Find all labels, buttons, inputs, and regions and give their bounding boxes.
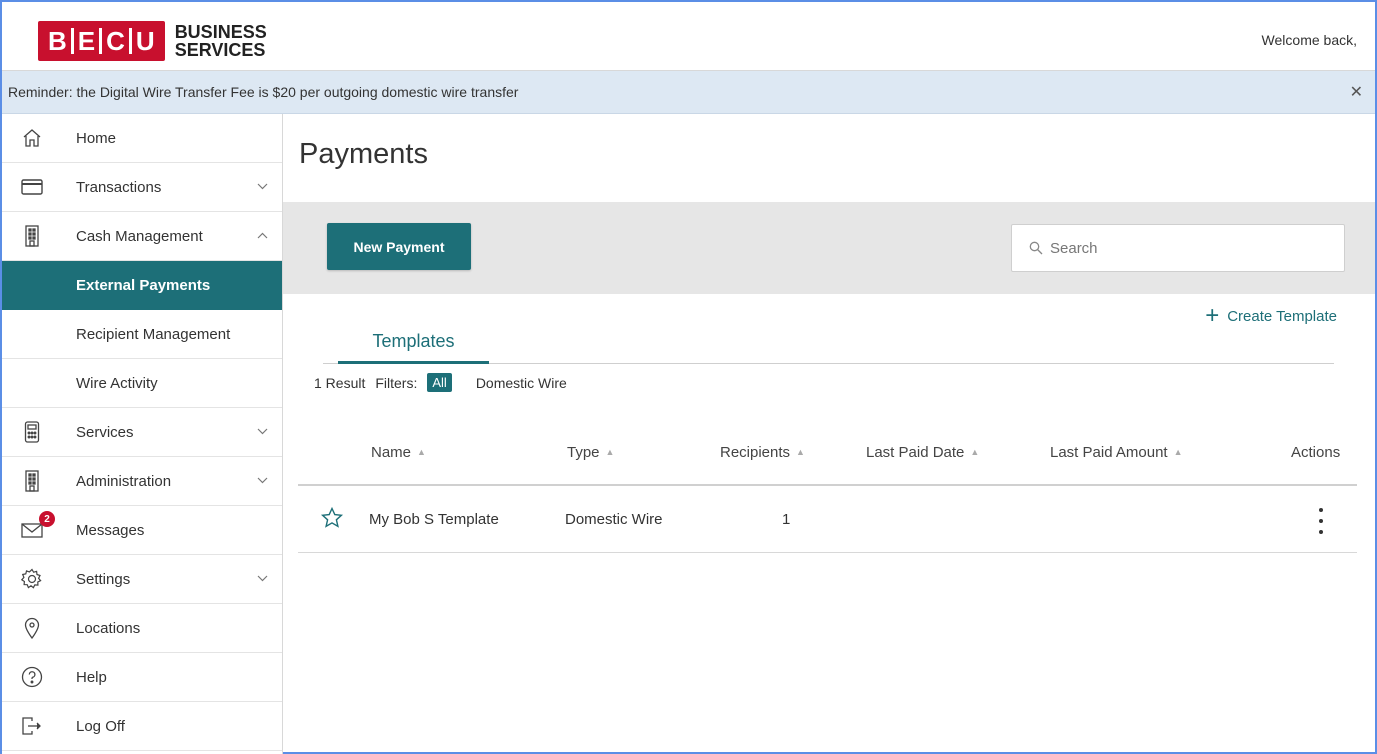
logo-letter: B: [48, 25, 67, 56]
building-icon: [20, 469, 44, 493]
calculator-icon: [20, 420, 44, 444]
logo-line1: BUSINESS: [174, 22, 267, 42]
sidebar-item-label: Cash Management: [76, 227, 203, 245]
column-header-label: Recipients: [720, 444, 791, 461]
sidebar-item-services[interactable]: Services: [2, 408, 282, 457]
tab-templates[interactable]: Templates: [338, 322, 489, 364]
building-icon: [20, 224, 44, 248]
gear-icon: [20, 567, 44, 591]
logo-letter: C: [106, 25, 125, 56]
column-header-actions: Actions: [1291, 444, 1340, 461]
filter-domestic-wire[interactable]: Domestic Wire: [476, 375, 567, 391]
sidebar-item-locations[interactable]: Locations: [2, 604, 282, 653]
sort-up-icon: ▲: [417, 447, 426, 457]
column-header-label: Last Paid Amount: [1050, 444, 1168, 461]
sidebar-item-external-payments[interactable]: External Payments: [2, 261, 282, 310]
search-box[interactable]: [1011, 224, 1345, 272]
sidebar-item-label: Recipient Management: [76, 325, 231, 343]
sidebar-item-label: Services: [76, 423, 134, 441]
logo-letter: E: [77, 25, 96, 56]
sidebar-item-home[interactable]: Home: [2, 114, 282, 163]
filter-bar: 1 Result Filters: All Domestic Wire: [314, 373, 567, 392]
column-header-label: Last Paid Date: [866, 444, 965, 461]
sidebar-item-recipient-management[interactable]: Recipient Management: [2, 310, 282, 359]
sidebar-item-label: Administration: [76, 472, 172, 490]
sort-up-icon: ▲: [1173, 447, 1183, 457]
logo-mark: B E C U: [38, 21, 165, 61]
sidebar-item-label: Transactions: [76, 178, 162, 196]
chevron-up-icon: [257, 230, 268, 242]
home-icon: [20, 126, 44, 150]
mail-icon: 2: [20, 511, 55, 542]
column-header-recipients[interactable]: Recipients ▲: [720, 444, 805, 461]
sidebar-item-transactions[interactable]: Transactions: [2, 163, 282, 212]
column-header-name[interactable]: Name ▲: [371, 444, 426, 461]
sidebar-item-label: Locations: [76, 619, 141, 637]
column-header-label: Actions: [1291, 444, 1341, 461]
header: B E C U BUSINESS SERVICES Welcome back,: [2, 2, 1375, 71]
sidebar-item-label: Wire Activity: [76, 374, 158, 392]
tab-bar: Templates: [323, 322, 1334, 364]
sidebar-item-settings[interactable]: Settings: [2, 555, 282, 604]
sidebar-item-label: Settings: [76, 570, 131, 588]
search-input[interactable]: [1050, 239, 1330, 257]
location-icon: [20, 616, 44, 640]
sidebar-item-label: Log Off: [76, 717, 125, 735]
sidebar: Home Transactions Cash Management Extern…: [2, 114, 283, 754]
template-recipients: 1: [782, 511, 791, 528]
sidebar-item-label: External Payments: [76, 276, 211, 294]
sort-up-icon: ▲: [970, 447, 980, 457]
column-header-label: Name: [371, 444, 412, 461]
sidebar-item-wire-activity[interactable]: Wire Activity: [2, 359, 282, 408]
sidebar-item-administration[interactable]: Administration: [2, 457, 282, 506]
kebab-dot: [1319, 519, 1323, 523]
logo-letter: U: [135, 25, 155, 56]
action-toolbar: New Payment: [283, 202, 1375, 294]
new-payment-button[interactable]: New Payment: [327, 223, 471, 270]
chevron-down-icon: [257, 181, 268, 193]
column-header-type[interactable]: Type ▲: [567, 444, 614, 461]
becu-logo[interactable]: B E C U BUSINESS SERVICES: [38, 21, 267, 61]
card-icon: [20, 175, 44, 199]
column-header-last-paid-date[interactable]: Last Paid Date ▲: [866, 444, 979, 461]
sort-up-icon: ▲: [605, 447, 615, 457]
welcome-text: Welcome back,: [1261, 32, 1357, 48]
template-type: Domestic Wire: [565, 511, 663, 528]
chevron-down-icon: [257, 426, 268, 438]
column-header-label: Type: [567, 444, 600, 461]
sidebar-item-label: Messages: [76, 521, 145, 539]
sidebar-item-help[interactable]: Help: [2, 653, 282, 702]
sort-up-icon: ▲: [796, 447, 805, 457]
sidebar-item-messages[interactable]: 2 Messages: [2, 506, 282, 555]
star-icon[interactable]: [320, 506, 344, 530]
filters-label: Filters:: [375, 374, 418, 391]
help-icon: [20, 665, 44, 689]
sidebar-item-label: Help: [76, 668, 107, 686]
more-actions-icon[interactable]: [1311, 508, 1331, 534]
logout-icon: [20, 714, 44, 738]
kebab-dot: [1319, 508, 1323, 512]
sidebar-item-cash-management[interactable]: Cash Management: [2, 212, 282, 261]
result-count: 1 Result: [314, 374, 366, 391]
chevron-down-icon: [257, 573, 268, 585]
banner-text: Reminder: the Digital Wire Transfer Fee …: [8, 84, 519, 100]
table-row[interactable]: My Bob S Template Domestic Wire 1: [298, 486, 1357, 553]
sidebar-item-label: Home: [76, 129, 117, 147]
search-icon: [1029, 241, 1043, 255]
kebab-dot: [1319, 530, 1323, 534]
reminder-banner: Reminder: the Digital Wire Transfer Fee …: [2, 71, 1375, 114]
chevron-down-icon: [257, 475, 268, 487]
sidebar-item-log-off[interactable]: Log Off: [2, 702, 282, 751]
close-icon[interactable]: ✕: [1350, 82, 1363, 102]
page-title: Payments: [299, 138, 428, 170]
column-header-last-paid-amount[interactable]: Last Paid Amount ▲: [1050, 444, 1183, 461]
logo-text: BUSINESS SERVICES: [175, 23, 267, 59]
template-name[interactable]: My Bob S Template: [369, 511, 499, 528]
filter-all[interactable]: All: [427, 373, 452, 392]
messages-badge: 2: [39, 511, 55, 527]
logo-line2: SERVICES: [174, 40, 266, 60]
